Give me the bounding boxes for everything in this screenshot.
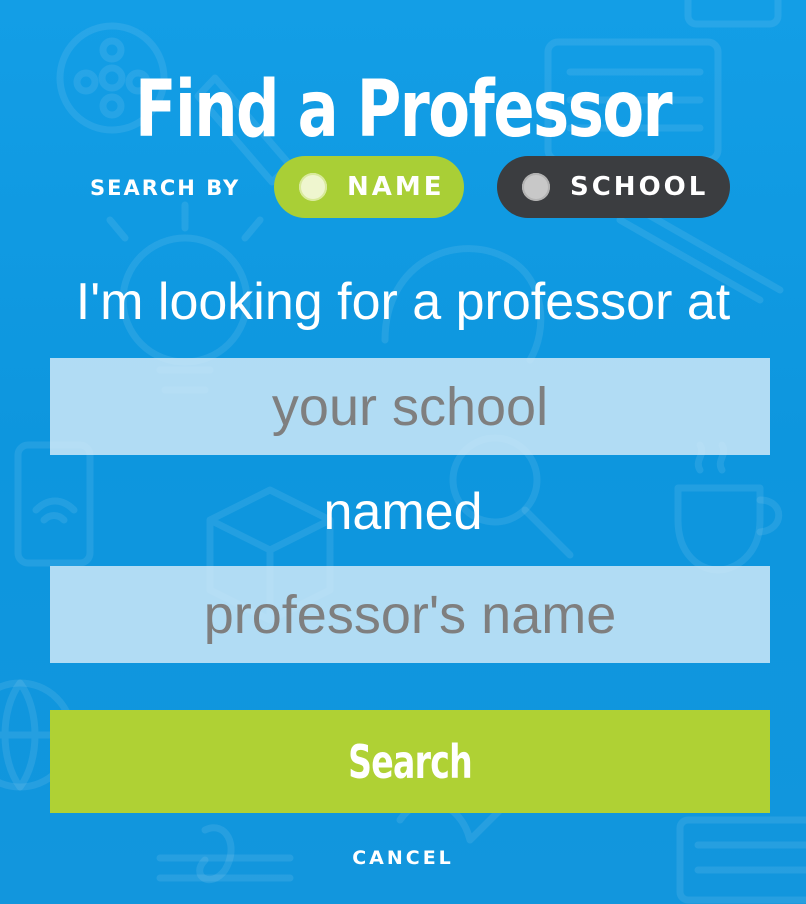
search-button-label: Search <box>348 734 473 789</box>
school-prompt-text: I'm looking for a professor at <box>75 273 731 331</box>
search-by-school-label: SCHOOL <box>570 172 709 202</box>
cancel-link[interactable]: CANCEL <box>0 844 806 872</box>
search-by-school-toggle[interactable]: SCHOOL <box>497 156 730 218</box>
school-input[interactable] <box>50 358 770 455</box>
name-prompt-text: named <box>323 483 483 541</box>
search-by-name-label: NAME <box>347 172 445 202</box>
search-by-name-toggle[interactable]: NAME <box>274 156 464 218</box>
professor-name-input[interactable] <box>50 566 770 663</box>
search-button[interactable]: Search <box>50 710 770 813</box>
radio-unselected-icon <box>522 173 550 201</box>
search-by-label: SEARCH BY <box>90 176 241 200</box>
page-title: Find a Professor <box>134 65 673 156</box>
radio-selected-icon <box>299 173 327 201</box>
